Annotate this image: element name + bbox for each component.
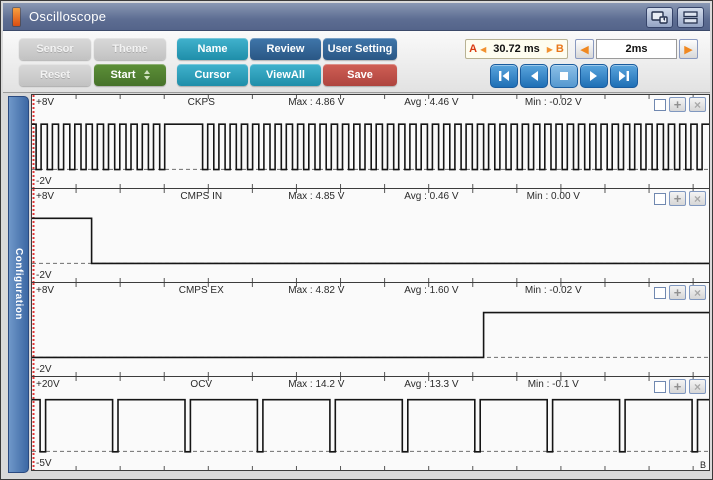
skip-to-end-button[interactable] bbox=[610, 64, 638, 88]
play-forward-button[interactable] bbox=[580, 64, 608, 88]
ocv-close-button[interactable]: × bbox=[689, 379, 706, 394]
theme-button[interactable]: Theme bbox=[94, 38, 166, 60]
review-button[interactable]: Review bbox=[250, 38, 321, 60]
cmps-in-channel-name: CMPS IN bbox=[180, 191, 223, 202]
ocv-max-value: Max : 14.2 V bbox=[288, 379, 345, 390]
cmps-ex-avg-value: Avg : 1.60 V bbox=[404, 285, 459, 296]
cmps-in-close-button[interactable]: × bbox=[689, 191, 706, 206]
cmps-in-top-voltage-label: +8V bbox=[36, 191, 55, 202]
play-backward-icon bbox=[531, 71, 538, 81]
cursor-button[interactable]: Cursor bbox=[177, 64, 248, 86]
ocv-top-voltage-label: +20V bbox=[36, 379, 60, 390]
cmps-in-min-value: Min : 0.00 V bbox=[526, 191, 580, 202]
cmps-in-waveform bbox=[32, 189, 709, 282]
time-range-display: A ◀ 30.72 ms ▶ B bbox=[465, 39, 568, 59]
ocv-channel-name: OCV bbox=[190, 379, 213, 390]
layout-list-icon[interactable] bbox=[677, 7, 704, 28]
start-button[interactable]: Start bbox=[94, 64, 166, 86]
toolbar: Sensor Theme Name Review User Setting Re… bbox=[3, 31, 710, 93]
cmps-in-max-value: Max : 4.85 V bbox=[288, 191, 345, 202]
ocv-min-value: Min : -0.1 V bbox=[527, 379, 579, 390]
ocv-select-checkbox[interactable] bbox=[654, 380, 666, 393]
cmps-ex-zoom-plus-button[interactable]: + bbox=[669, 285, 686, 300]
range-right-arrow-icon[interactable]: ▶ bbox=[547, 45, 553, 54]
cmps-in-zoom-plus-button[interactable]: + bbox=[669, 191, 686, 206]
stop-icon bbox=[560, 72, 568, 80]
cmps-in-avg-value: Avg : 0.46 V bbox=[404, 191, 459, 202]
sensor-button[interactable]: Sensor bbox=[19, 38, 91, 60]
cmps-in-select-checkbox[interactable] bbox=[654, 192, 666, 205]
cmps-ex-max-value: Max : 4.82 V bbox=[288, 285, 345, 296]
layout-list-glyph bbox=[683, 11, 698, 24]
skip-to-start-button[interactable] bbox=[490, 64, 518, 88]
range-left-arrow-icon[interactable]: ◀ bbox=[480, 45, 486, 54]
ckps-avg-value: Avg : 4.46 V bbox=[404, 97, 459, 108]
ocv-bottom-voltage-label: -5V bbox=[36, 458, 52, 469]
window-title: Oscilloscope bbox=[29, 9, 107, 24]
ocv-avg-value: Avg : 13.3 V bbox=[404, 379, 459, 390]
ckps-zoom-plus-button[interactable]: + bbox=[669, 97, 686, 112]
capture-window-icon[interactable] bbox=[646, 7, 673, 28]
skip-to-start-icon bbox=[499, 71, 509, 81]
cmps-ex-waveform bbox=[32, 283, 709, 376]
capture-window-glyph bbox=[651, 11, 668, 24]
channel-panel-ocv: +20V OCV Max : 14.2 V Avg : 13.3 V Min :… bbox=[31, 376, 710, 471]
cmps-ex-channel-name: CMPS EX bbox=[178, 285, 224, 296]
time-range-value: 30.72 ms bbox=[493, 43, 540, 55]
skip-to-end-icon bbox=[619, 71, 629, 81]
cmps-in-bottom-voltage-label: -2V bbox=[36, 270, 52, 281]
ckps-select-checkbox[interactable] bbox=[654, 98, 666, 111]
ckps-min-value: Min : -0.02 V bbox=[524, 97, 582, 108]
ckps-max-value: Max : 4.86 V bbox=[288, 97, 345, 108]
ckps-top-voltage-label: +8V bbox=[36, 97, 55, 108]
ocv-waveform bbox=[32, 377, 709, 470]
cmps-ex-close-button[interactable]: × bbox=[689, 285, 706, 300]
cmps-ex-select-checkbox[interactable] bbox=[654, 286, 666, 299]
cmps-ex-top-voltage-label: +8V bbox=[36, 285, 55, 296]
start-spinner-icon[interactable] bbox=[143, 70, 150, 80]
oscilloscope-window: Oscilloscope Sensor Theme Name Review Us… bbox=[0, 0, 713, 480]
ckps-waveform bbox=[32, 95, 709, 188]
marker-a-label: A bbox=[469, 43, 478, 55]
play-backward-button[interactable] bbox=[520, 64, 548, 88]
user-setting-button[interactable]: User Setting bbox=[323, 38, 397, 60]
channel-panels: +8V CKPS Max : 4.86 V Avg : 4.46 V Min :… bbox=[31, 94, 710, 471]
name-button[interactable]: Name bbox=[177, 38, 248, 60]
play-forward-icon bbox=[590, 71, 597, 81]
title-bar: Oscilloscope bbox=[3, 3, 710, 31]
app-icon bbox=[13, 8, 20, 26]
end-marker-b: B bbox=[699, 460, 706, 470]
timebase-decrease-button[interactable]: ◀ bbox=[575, 39, 594, 59]
ocv-zoom-plus-button[interactable]: + bbox=[669, 379, 686, 394]
cmps-ex-min-value: Min : -0.02 V bbox=[524, 285, 582, 296]
cmps-ex-bottom-voltage-label: -2V bbox=[36, 364, 52, 375]
stop-button[interactable] bbox=[550, 64, 578, 88]
ckps-bottom-voltage-label: -2V bbox=[36, 176, 52, 187]
ckps-channel-name: CKPS bbox=[187, 97, 215, 108]
transport-controls bbox=[490, 64, 638, 88]
scope-area: Configuration +8V CKPS Max : 4.86 V Avg … bbox=[3, 93, 710, 477]
ckps-close-button[interactable]: × bbox=[689, 97, 706, 112]
channel-panel-cmps-in: +8V CMPS IN Max : 4.85 V Avg : 0.46 V Mi… bbox=[31, 188, 710, 283]
channel-panel-cmps-ex: +8V CMPS EX Max : 4.82 V Avg : 1.60 V Mi… bbox=[31, 282, 710, 377]
start-button-label: Start bbox=[110, 69, 136, 81]
channel-panel-ckps: +8V CKPS Max : 4.86 V Avg : 4.46 V Min :… bbox=[31, 94, 710, 189]
save-button[interactable]: Save bbox=[323, 64, 397, 86]
viewall-button[interactable]: ViewAll bbox=[250, 64, 321, 86]
reset-button[interactable]: Reset bbox=[19, 64, 91, 86]
configuration-tab[interactable]: Configuration bbox=[8, 96, 29, 473]
timebase-value: 2ms bbox=[596, 39, 677, 59]
timebase-increase-button[interactable]: ▶ bbox=[679, 39, 698, 59]
marker-b-label: B bbox=[555, 43, 564, 55]
